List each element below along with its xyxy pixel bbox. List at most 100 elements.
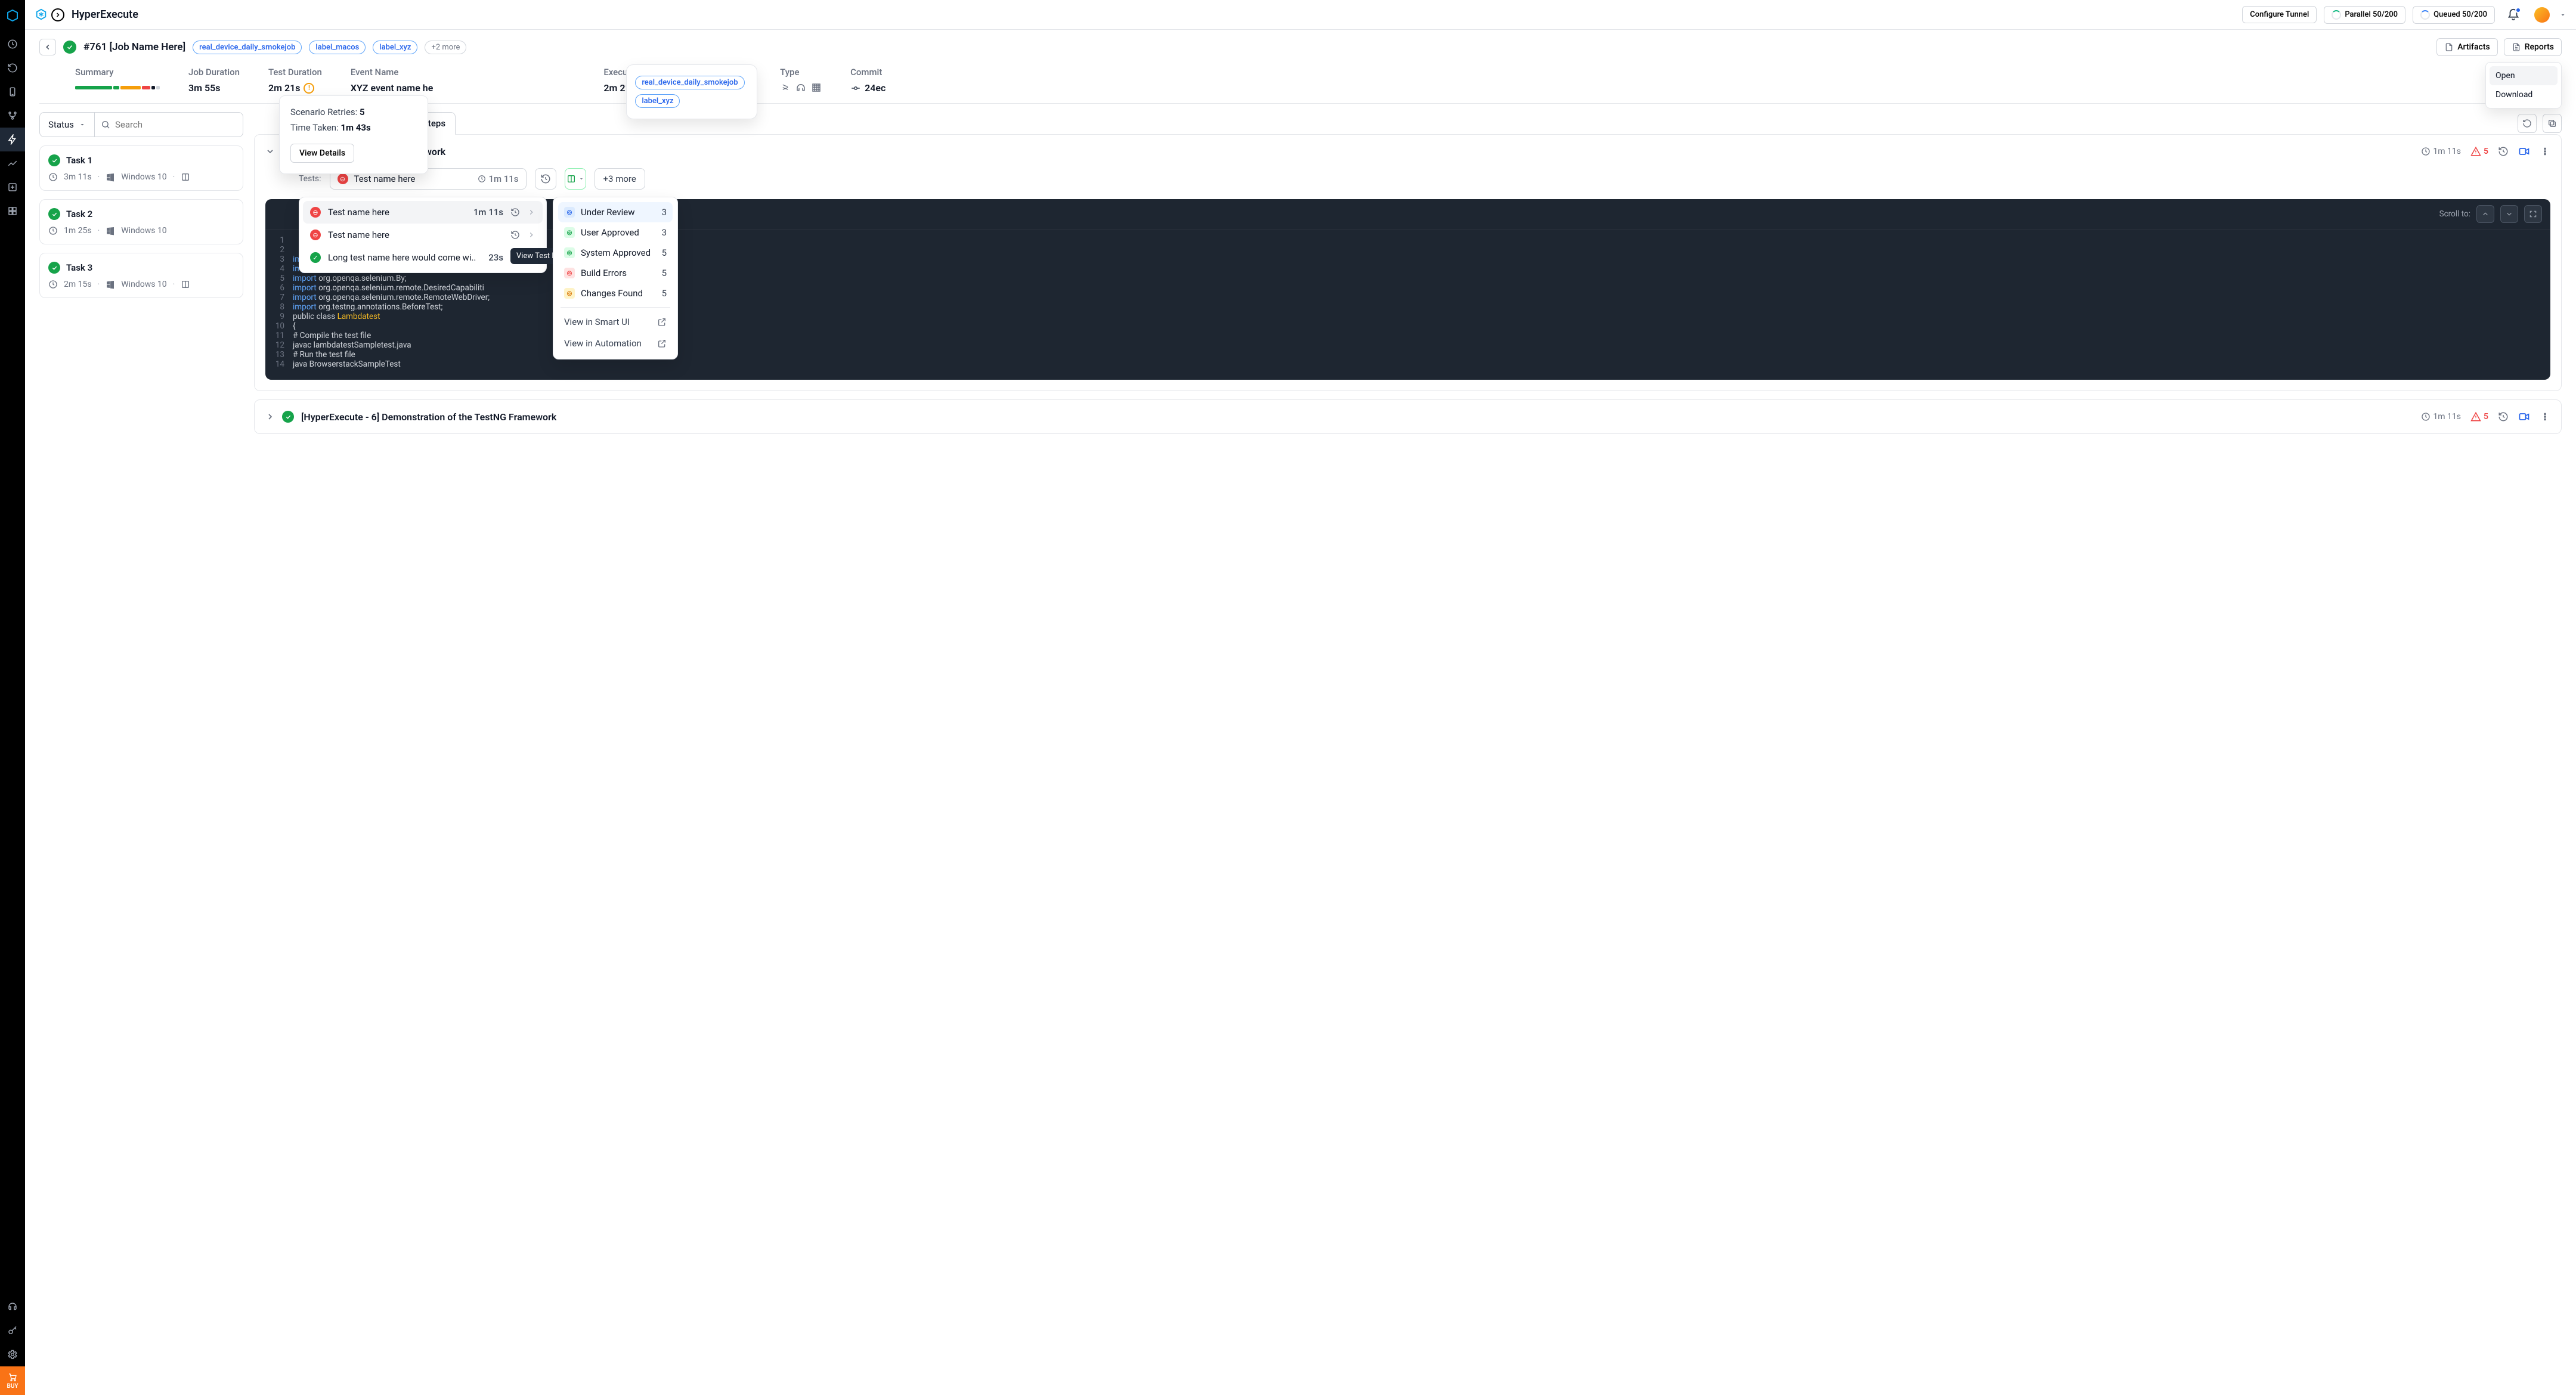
test-dropdown: ⊖ Test name here 1m 11s ⊖ Test name here… (299, 197, 547, 273)
history-icon[interactable] (510, 230, 520, 240)
reports-open-item[interactable]: Open (2490, 66, 2558, 85)
app-title: HyperExecute (72, 8, 138, 21)
stage-time: 1m 11s (2421, 412, 2461, 421)
nav-key-icon[interactable] (0, 1319, 25, 1343)
scroll-up-button[interactable] (2476, 205, 2494, 223)
nav-branch-icon[interactable] (0, 104, 25, 128)
test-dropdown-item[interactable]: ⊖ Test name here (303, 224, 543, 246)
labels-popover: real_device_daily_smokejob label_xyz (626, 64, 757, 119)
history-icon[interactable] (2498, 411, 2509, 422)
chevron-down-icon[interactable] (2559, 11, 2566, 18)
status-filter-item[interactable]: ◎ Under Review 3 (558, 202, 673, 222)
notifications-button[interactable] (2507, 8, 2520, 21)
status-filter-item[interactable]: ◎ Build Errors 5 (558, 263, 673, 283)
task-card[interactable]: Task 1 3m 11s · Windows 10 · (39, 145, 243, 191)
warning-icon[interactable]: ! (304, 83, 314, 94)
test-panel-dropdown[interactable] (565, 168, 586, 190)
view-details-button[interactable]: View Details (290, 144, 354, 163)
status-badge: ◎ (564, 207, 575, 218)
nav-dashboard-icon[interactable] (0, 32, 25, 56)
external-link-item[interactable]: View in Smart UI (558, 311, 673, 333)
nav-settings-icon[interactable] (0, 1343, 25, 1366)
test-time: 23s (488, 252, 503, 263)
code-line: import org.openqa.selenium.remote.Desire… (293, 283, 484, 293)
scroll-down-button[interactable] (2500, 205, 2518, 223)
status-success-icon (282, 411, 294, 423)
task-time: 3m 11s (64, 172, 92, 182)
history-icon[interactable] (2498, 146, 2509, 157)
status-filter-dropdown[interactable]: Status (40, 113, 95, 137)
test-history-button[interactable] (535, 168, 556, 190)
reports-button[interactable]: Reports (2504, 38, 2562, 56)
chevron-down-icon (265, 147, 275, 156)
nav-hyperexecute-icon[interactable] (0, 128, 25, 151)
spinner-icon (2332, 10, 2341, 20)
status-error-icon: ⊖ (338, 173, 348, 184)
task-name: Task 3 (66, 262, 92, 273)
status-filter-item[interactable]: ◎ User Approved 3 (558, 222, 673, 243)
external-link-item[interactable]: View in Automation (558, 333, 673, 354)
external-link-icon (657, 317, 667, 327)
left-nav-rail: BUY (0, 0, 25, 1395)
status-error-icon: ⊖ (310, 207, 321, 218)
brand-icons (35, 8, 64, 21)
nav-device-icon[interactable] (0, 80, 25, 104)
stage-header[interactable]: [HyperExecute - 6] Demonstration of the … (255, 400, 2561, 433)
video-icon[interactable] (2518, 411, 2530, 423)
kebab-menu-icon[interactable] (2540, 146, 2550, 157)
nav-add-icon[interactable] (0, 175, 25, 199)
copy-button[interactable] (2543, 114, 2562, 133)
nav-buy-button[interactable]: BUY (0, 1366, 25, 1395)
history-icon[interactable] (510, 207, 520, 217)
stage-header[interactable]: stration of the TestNG Framework 1m 11s … (255, 135, 2561, 168)
task-card[interactable]: Task 2 1m 25s · Windows 10 (39, 199, 243, 244)
labels-more-button[interactable]: +2 more (425, 41, 466, 54)
configure-tunnel-button[interactable]: Configure Tunnel (2242, 6, 2317, 23)
tests-more-button[interactable]: +3 more (595, 168, 645, 190)
code-line: java BrowserstackSampleTest (293, 359, 401, 369)
label-chip[interactable]: label_macos (309, 41, 366, 54)
test-name: Test name here (328, 207, 466, 218)
artifacts-button[interactable]: Artifacts (2436, 38, 2497, 56)
detail-column: Post-Steps stration of the TestNG Framew… (254, 112, 2562, 1395)
task-card[interactable]: Task 3 2m 15s · Windows 10 · (39, 253, 243, 298)
clock-icon (2421, 412, 2431, 421)
kebab-menu-icon[interactable] (2540, 411, 2550, 422)
commit-value: 24ec (850, 82, 886, 94)
test-dropdown-item[interactable]: ✓ Long test name here would come wi.. 23… (303, 246, 543, 269)
back-button[interactable] (39, 39, 56, 55)
parallel-status-button[interactable]: Parallel 50/200 (2324, 6, 2405, 24)
video-icon[interactable] (2518, 145, 2530, 157)
search-input[interactable] (115, 119, 237, 130)
user-avatar[interactable] (2534, 7, 2550, 23)
nav-support-icon[interactable] (0, 1295, 25, 1319)
panel-icon (181, 172, 190, 182)
refresh-button[interactable] (2518, 114, 2537, 133)
label-chip[interactable]: label_xyz (635, 94, 680, 108)
stage-title: stration of the TestNG Framework (301, 146, 2414, 157)
status-success-icon (48, 262, 60, 274)
queued-status-button[interactable]: Queued 50/200 (2413, 6, 2495, 24)
status-filter-item[interactable]: ◎ Changes Found 5 (558, 283, 673, 303)
clock-icon (48, 280, 58, 289)
nav-apps-icon[interactable] (0, 199, 25, 223)
event-name-value: XYZ event name he (351, 82, 434, 94)
test-dropdown-item[interactable]: ⊖ Test name here 1m 11s (303, 201, 543, 224)
task-time: 1m 25s (64, 226, 92, 235)
fullscreen-button[interactable] (2524, 205, 2542, 223)
metrics-row: Summary Job Duration 3m 55s Test Duratio… (39, 56, 2562, 104)
windows-icon (106, 226, 115, 235)
code-line: javac lambdatestSampletest.java (293, 340, 411, 350)
label-chip[interactable]: real_device_daily_smokejob (635, 76, 744, 89)
status-count: 3 (662, 227, 667, 238)
label-chip[interactable]: real_device_daily_smokejob (193, 41, 302, 54)
windows-icon (106, 280, 115, 289)
nav-history-icon[interactable] (0, 56, 25, 80)
label-chip[interactable]: label_xyz (373, 41, 417, 54)
status-filter-item[interactable]: ◎ System Approved 5 (558, 243, 673, 263)
headphones-icon (795, 82, 806, 93)
reports-download-item[interactable]: Download (2490, 85, 2558, 104)
nav-analytics-icon[interactable] (0, 151, 25, 175)
code-line: import org.openqa.selenium.By; (293, 274, 407, 283)
status-success-icon (48, 208, 60, 220)
